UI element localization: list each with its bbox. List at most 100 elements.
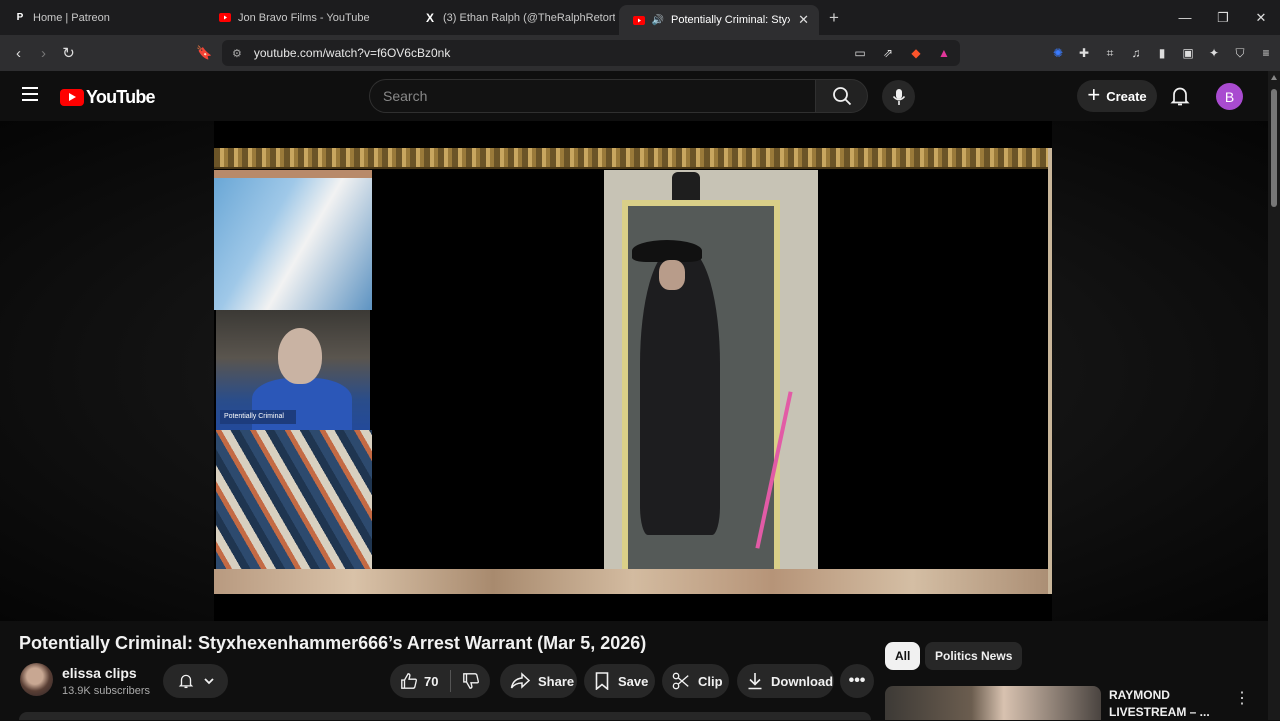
vpn-icon[interactable]: ⛉ [1232,45,1248,61]
save-label: Save [618,673,649,689]
doorway-scene [604,170,818,569]
plus-icon: + [1087,81,1101,107]
save-button[interactable]: Save [584,664,655,698]
close-window-icon[interactable]: ✕ [1242,10,1280,26]
figure-face [659,260,685,290]
tab-title: (3) Ethan Ralph (@TheRalphRetort) / [443,11,615,24]
back-icon[interactable]: ‹ [6,45,31,62]
voice-search-button[interactable] [882,80,915,113]
bell-icon [178,674,193,689]
window-controls: — ❐ ✕ [1166,0,1280,35]
download-label: Download [771,673,834,689]
youtube-play-icon [60,89,84,106]
scrollbar-thumb[interactable] [1271,89,1277,207]
channel-name[interactable]: elissa clips [62,665,137,681]
clip-label: Clip [698,673,723,689]
search-input[interactable]: Search [369,79,815,113]
create-button[interactable]: + Create [1077,80,1157,112]
forward-icon[interactable]: › [31,45,56,62]
tab-title: Home | Patreon [33,11,110,24]
brave-rewards-icon[interactable]: ▲ [936,45,952,61]
search-placeholder: Search [383,88,428,104]
new-tab-icon[interactable]: + [829,8,839,28]
tab-ethan-ralph[interactable]: X (3) Ethan Ralph (@TheRalphRetort) / [410,0,615,35]
video-frame: Potentially Criminal [214,148,1052,594]
ornate-frame-top [214,148,1052,169]
bookmark-icon[interactable]: 🔖 [192,45,217,61]
webcam-panel: Potentially Criminal [216,310,370,430]
sidebar-icon[interactable]: ▮ [1154,45,1170,61]
notifications-bell-icon[interactable] [1168,84,1192,108]
ornate-frame-right [1048,148,1052,594]
search-button[interactable] [815,79,868,113]
reload-icon[interactable]: ↻ [56,44,81,62]
site-settings-icon[interactable]: ⚙ [232,47,242,60]
share-button[interactable]: Share [500,664,577,698]
cast-icon[interactable]: ▭ [852,45,868,61]
fabric-panel [216,430,372,569]
page-scrollbar[interactable] [1268,71,1280,720]
chip-all[interactable]: All [885,642,921,670]
tab-title: Jon Bravo Films - YouTube [238,11,370,24]
more-vertical-icon[interactable]: ⋮ [1234,688,1250,708]
leo-ai-icon[interactable]: ✦ [1206,45,1222,61]
browser-tab-bar: P Home | Patreon Jon Bravo Films - YouTu… [0,0,1280,35]
cloaked-figure [640,250,720,535]
share-label: Share [538,673,575,689]
youtube-header: YouTube Search + Create B [0,71,1268,121]
tab-jon-bravo[interactable]: Jon Bravo Films - YouTube [205,0,410,35]
tab-potentially-criminal[interactable]: 🔊 Potentially Criminal: Styxhexe ✕ [619,5,819,35]
minimize-icon[interactable]: — [1166,10,1204,25]
youtube-logo[interactable]: YouTube [60,87,156,108]
scroll-up-icon[interactable] [1271,75,1277,80]
browser-menu-icon[interactable]: ≡ [1258,45,1274,61]
subscription-bell-button[interactable] [163,664,228,698]
avatar-letter: B [1224,88,1235,105]
tab-patreon[interactable]: P Home | Patreon [0,0,205,35]
channel-avatar[interactable] [20,663,53,696]
account-avatar[interactable]: B [1216,83,1243,110]
description-box[interactable] [19,712,871,720]
clip-button[interactable]: Clip [662,664,729,698]
speaker-icon[interactable]: 🔊 [652,14,664,26]
host-head [278,328,322,384]
chevron-down-icon [203,678,214,685]
screenshot-icon[interactable]: ⌗ [1102,45,1118,61]
bookmark-save-icon [595,672,609,690]
extensions-row: ✺ ✚ ⌗ ♫ ▮ ▣ ✦ ⛉ ≡ [1050,40,1274,66]
extension-blue-icon[interactable]: ✺ [1050,45,1066,61]
more-actions-button[interactable]: ••• [840,664,874,698]
wallet-icon[interactable]: ▣ [1180,45,1196,61]
close-tab-icon[interactable]: ✕ [790,12,809,28]
youtube-icon [219,12,231,24]
tricorn-hat [632,240,702,262]
microphone-icon [892,88,905,105]
create-label: Create [1106,88,1147,104]
artwork-panel [214,170,372,310]
youtube-icon [633,14,645,26]
chip-politics-news[interactable]: Politics News [925,642,1023,670]
webcam-label: Potentially Criminal [220,410,296,424]
brave-shield-icon[interactable]: ◆ [908,45,924,61]
menu-icon[interactable] [22,87,38,101]
dislike-button[interactable] [451,672,490,690]
video-player[interactable]: Potentially Criminal [214,121,1052,621]
more-horizontal-icon: ••• [848,672,866,689]
url-text: youtube.com/watch?v=f6OV6cBz0nk [253,46,451,60]
thumbs-up-icon [401,673,417,689]
download-icon [748,673,762,690]
download-button[interactable]: Download [737,664,834,698]
thumbs-down-icon [462,673,479,689]
address-bar[interactable]: ⚙ youtube.com/watch?v=f6OV6cBz0nk ▭ ⇗ ◆ … [222,40,960,66]
extensions-icon[interactable]: ✚ [1076,45,1092,61]
share-page-icon[interactable]: ⇗ [880,45,896,61]
recommendation-thumbnail[interactable] [885,686,1101,720]
ornate-frame-bottom [214,569,1052,594]
search-icon [832,87,851,106]
media-icon[interactable]: ♫ [1128,45,1144,61]
video-title: Potentially Criminal: Styxhexenhammer666… [19,633,647,653]
like-button[interactable]: 70 [390,672,450,690]
recommendation-title[interactable]: RAYMOND LIVESTREAM – ... [1109,687,1219,721]
restore-icon[interactable]: ❐ [1204,10,1242,26]
share-icon [510,672,530,689]
